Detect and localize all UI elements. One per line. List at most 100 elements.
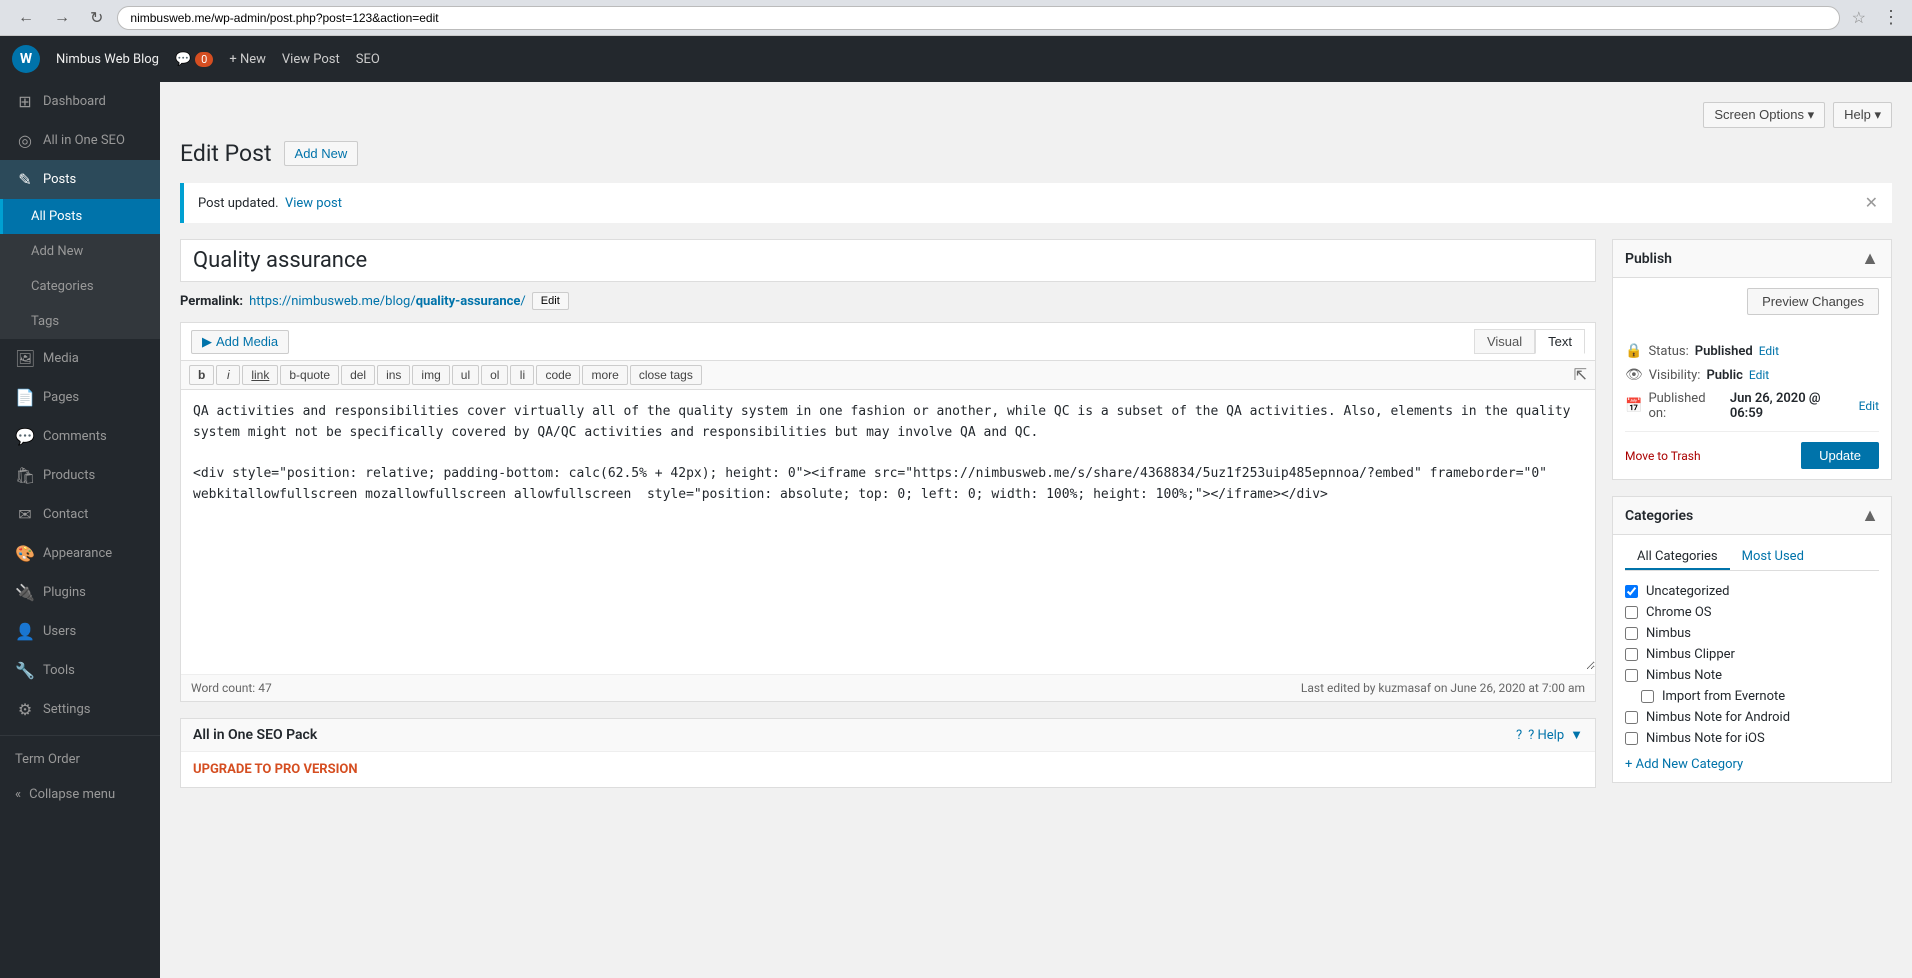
sidebar-item-all-in-one-seo[interactable]: ◎ All in One SEO: [0, 121, 160, 160]
visibility-edit-link[interactable]: Edit: [1749, 368, 1769, 382]
category-label-nimbus-clipper[interactable]: Nimbus Clipper: [1646, 647, 1735, 662]
category-label-nimbus-android[interactable]: Nimbus Note for Android: [1646, 710, 1790, 725]
status-edit-link[interactable]: Edit: [1759, 344, 1779, 358]
format-li[interactable]: li: [510, 365, 534, 385]
format-link[interactable]: link: [242, 365, 278, 385]
sidebar-item-posts[interactable]: ✎ Posts: [0, 160, 160, 199]
sidebar-label-comments: Comments: [43, 429, 107, 444]
sidebar-item-dashboard[interactable]: ⊞ Dashboard: [0, 82, 160, 121]
publish-panel-toggle: ▲: [1861, 248, 1879, 269]
publish-panel-header[interactable]: Publish ▲: [1613, 240, 1891, 278]
browser-menu-icon[interactable]: ⋮: [1882, 7, 1900, 28]
sidebar-item-plugins[interactable]: 🔌 Plugins: [0, 573, 160, 612]
admin-bar-view-post[interactable]: View Post: [282, 52, 340, 67]
browser-back-btn[interactable]: ←: [12, 7, 40, 29]
browser-bookmark-icon[interactable]: ☆: [1852, 8, 1866, 27]
word-count-value: 47: [258, 681, 272, 695]
add-new-category-link[interactable]: + Add New Category: [1625, 757, 1879, 772]
sidebar-label-users: Users: [43, 624, 76, 639]
category-label-nimbus-note[interactable]: Nimbus Note: [1646, 668, 1722, 683]
category-checkbox-import-evernote[interactable]: [1641, 690, 1654, 703]
tab-text[interactable]: Text: [1535, 329, 1585, 354]
preview-changes-button[interactable]: Preview Changes: [1747, 288, 1879, 315]
seo-upgrade-link[interactable]: UPGRADE TO PRO VERSION: [181, 752, 1595, 787]
format-bold[interactable]: b: [189, 365, 214, 385]
sidebar-item-appearance[interactable]: 🎨 Appearance: [0, 534, 160, 573]
edit-sidebar: Publish ▲ Preview Changes 🔒 Status: Publ…: [1612, 239, 1892, 799]
format-code[interactable]: code: [536, 365, 580, 385]
add-media-button[interactable]: ▶ Add Media: [191, 330, 289, 354]
format-close-tags[interactable]: close tags: [630, 365, 702, 385]
editor-expand-button[interactable]: ⇱: [1574, 365, 1587, 385]
tab-most-used[interactable]: Most Used: [1730, 545, 1816, 570]
format-del[interactable]: del: [341, 365, 375, 385]
move-to-trash-link[interactable]: Move to Trash: [1625, 449, 1701, 463]
category-checkbox-nimbus-clipper[interactable]: [1625, 648, 1638, 661]
sidebar-item-media[interactable]: 🖼 Media: [0, 339, 160, 378]
sidebar-item-categories[interactable]: Categories: [0, 269, 160, 304]
tab-all-categories[interactable]: All Categories: [1625, 545, 1730, 570]
browser-forward-btn[interactable]: →: [48, 7, 76, 29]
notice-view-post-link[interactable]: View post: [285, 196, 342, 211]
notice-close-button[interactable]: ✕: [1865, 193, 1878, 213]
sidebar-item-tools[interactable]: 🔧 Tools: [0, 651, 160, 690]
sidebar-item-term-order[interactable]: Term Order: [0, 742, 160, 777]
category-item-nimbus-note: Nimbus Note: [1625, 665, 1879, 686]
admin-bar-seo[interactable]: SEO: [356, 52, 380, 67]
tab-visual[interactable]: Visual: [1474, 329, 1535, 354]
browser-reload-btn[interactable]: ↻: [84, 6, 109, 30]
add-new-button[interactable]: Add New: [284, 141, 359, 166]
screen-options-button[interactable]: Screen Options ▾: [1703, 102, 1825, 128]
format-ins[interactable]: ins: [377, 365, 410, 385]
category-label-uncategorized[interactable]: Uncategorized: [1646, 584, 1729, 599]
permalink-edit-button[interactable]: Edit: [532, 292, 569, 310]
published-edit-link[interactable]: Edit: [1859, 399, 1879, 413]
category-label-chrome-os[interactable]: Chrome OS: [1646, 605, 1712, 620]
sidebar-item-pages[interactable]: 📄 Pages: [0, 378, 160, 417]
sidebar-item-users[interactable]: 👤 Users: [0, 612, 160, 651]
plugins-icon: 🔌: [15, 583, 35, 602]
notice-text: Post updated. View post: [198, 196, 342, 211]
format-ul[interactable]: ul: [452, 365, 479, 385]
category-checkbox-nimbus-android[interactable]: [1625, 711, 1638, 724]
permalink-label: Permalink:: [180, 294, 243, 309]
sidebar-item-add-new[interactable]: Add New: [0, 234, 160, 269]
format-ol[interactable]: ol: [481, 365, 508, 385]
site-name[interactable]: Nimbus Web Blog: [56, 52, 159, 67]
admin-bar-new[interactable]: + New: [229, 52, 266, 67]
format-more[interactable]: more: [582, 365, 627, 385]
help-button[interactable]: Help ▾: [1833, 102, 1892, 128]
categories-panel-header[interactable]: Categories ▲: [1613, 497, 1891, 535]
sidebar-item-all-posts[interactable]: All Posts: [0, 199, 160, 234]
sidebar-item-settings[interactable]: ⚙ Settings: [0, 690, 160, 729]
seo-help-button[interactable]: ? ? Help ▼: [1516, 727, 1583, 743]
wp-logo[interactable]: W: [12, 45, 40, 73]
format-italic[interactable]: i: [216, 365, 240, 385]
sidebar-item-products[interactable]: 🛍 Products: [0, 456, 160, 495]
category-label-nimbus-ios[interactable]: Nimbus Note for iOS: [1646, 731, 1765, 746]
format-blockquote[interactable]: b-quote: [280, 365, 339, 385]
category-label-nimbus[interactable]: Nimbus: [1646, 626, 1691, 641]
seo-panel-toggle: ▼: [1570, 727, 1583, 743]
sidebar-item-comments[interactable]: 💬 Comments: [0, 417, 160, 456]
category-item-chrome-os: Chrome OS: [1625, 602, 1879, 623]
format-img[interactable]: img: [412, 365, 449, 385]
admin-bar-comments[interactable]: 💬 0: [175, 52, 213, 67]
category-checkbox-nimbus-ios[interactable]: [1625, 732, 1638, 745]
permalink-url-link[interactable]: https://nimbusweb.me/blog/quality-assura…: [249, 294, 526, 309]
category-checkbox-uncategorized[interactable]: [1625, 585, 1638, 598]
browser-address-bar[interactable]: [117, 6, 1839, 30]
sidebar-collapse-menu[interactable]: « Collapse menu: [0, 777, 160, 812]
tools-icon: 🔧: [15, 661, 35, 680]
post-content-editor[interactable]: QA activities and responsibilities cover…: [181, 390, 1595, 670]
category-checkbox-chrome-os[interactable]: [1625, 606, 1638, 619]
visibility-row: 👁 Visibility: Public Edit: [1625, 363, 1879, 387]
category-checkbox-nimbus[interactable]: [1625, 627, 1638, 640]
update-button[interactable]: Update: [1801, 442, 1879, 469]
category-label-import-evernote[interactable]: Import from Evernote: [1662, 689, 1785, 704]
category-checkbox-nimbus-note[interactable]: [1625, 669, 1638, 682]
sidebar-item-tags[interactable]: Tags: [0, 304, 160, 339]
post-title-input[interactable]: [180, 239, 1596, 282]
comments-icon: 💬: [175, 52, 191, 67]
sidebar-item-contact[interactable]: ✉ Contact: [0, 495, 160, 534]
